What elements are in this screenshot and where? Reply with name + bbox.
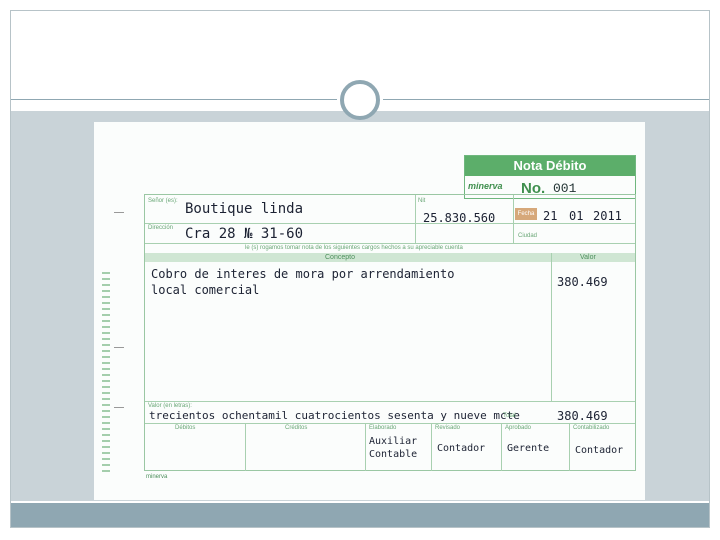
date-day: 21 <box>543 209 558 223</box>
signature-revisado: Contador <box>437 443 486 454</box>
valor-label: Valor <box>580 254 596 261</box>
concept-line-2: local comercial <box>151 283 260 297</box>
date-month: 01 <box>569 209 584 223</box>
scanned-debit-note: Nota Débito minerva No. 001 Señor (es): … <box>94 122 645 500</box>
date-year: 2011 <box>593 209 622 223</box>
bottom-bar <box>11 503 709 527</box>
brand-logo: minerva <box>468 181 503 191</box>
revisado-label: Revisado <box>435 425 461 431</box>
punch-mark <box>114 347 124 348</box>
creditos-label: Créditos <box>285 425 308 431</box>
concept-line-1: Cobro de interes de mora por arrendamien… <box>151 267 455 281</box>
signature-elaborado: Auxiliar Contable <box>369 436 418 460</box>
total-label: Total <box>503 413 516 419</box>
footer-brand: minerva <box>146 474 168 480</box>
concept-value: 380.469 <box>557 275 608 289</box>
total-value: 380.469 <box>557 409 608 423</box>
elaborado-label: Elaborado <box>369 425 397 431</box>
signature-contabilizado: Contador <box>575 445 624 456</box>
nit-label: Nit <box>418 198 426 204</box>
aprobado-label: Aprobado <box>505 425 532 431</box>
divider-left <box>11 99 337 100</box>
circle-ornament-icon <box>340 80 380 120</box>
client-address: Cra 28 № 31-60 <box>185 226 304 242</box>
client-name: Boutique linda <box>185 201 304 217</box>
client-nit: 25.830.560 <box>423 211 496 225</box>
punch-mark <box>114 212 124 213</box>
concepto-bar: Concepto Valor <box>145 253 635 262</box>
value-in-words: trecientos ochentamil cuatrocientos sese… <box>149 409 520 422</box>
divider-right <box>383 99 709 100</box>
debit-note-form: Señor (es): Boutique linda Nit 25.830.56… <box>144 194 636 471</box>
document-title: Nota Débito <box>465 156 635 176</box>
debitos-label: Débitos <box>175 425 196 431</box>
contabilizado-label: Contabilizado <box>573 425 610 431</box>
concepto-label: Concepto <box>325 254 355 261</box>
debit-note-header: Nota Débito minerva No. 001 <box>464 155 636 199</box>
cargo-note: le (s) rogamos tomar nota de los siguien… <box>245 245 463 251</box>
senor-label: Señor (es): <box>148 198 178 204</box>
side-barcode-print <box>102 272 110 472</box>
ciudad-label: Ciudad <box>518 233 538 239</box>
punch-mark <box>114 407 124 408</box>
signature-aprobado: Gerente <box>507 443 550 454</box>
date-label: Fecha <box>515 208 537 220</box>
direccion-label: Dirección <box>148 225 174 231</box>
